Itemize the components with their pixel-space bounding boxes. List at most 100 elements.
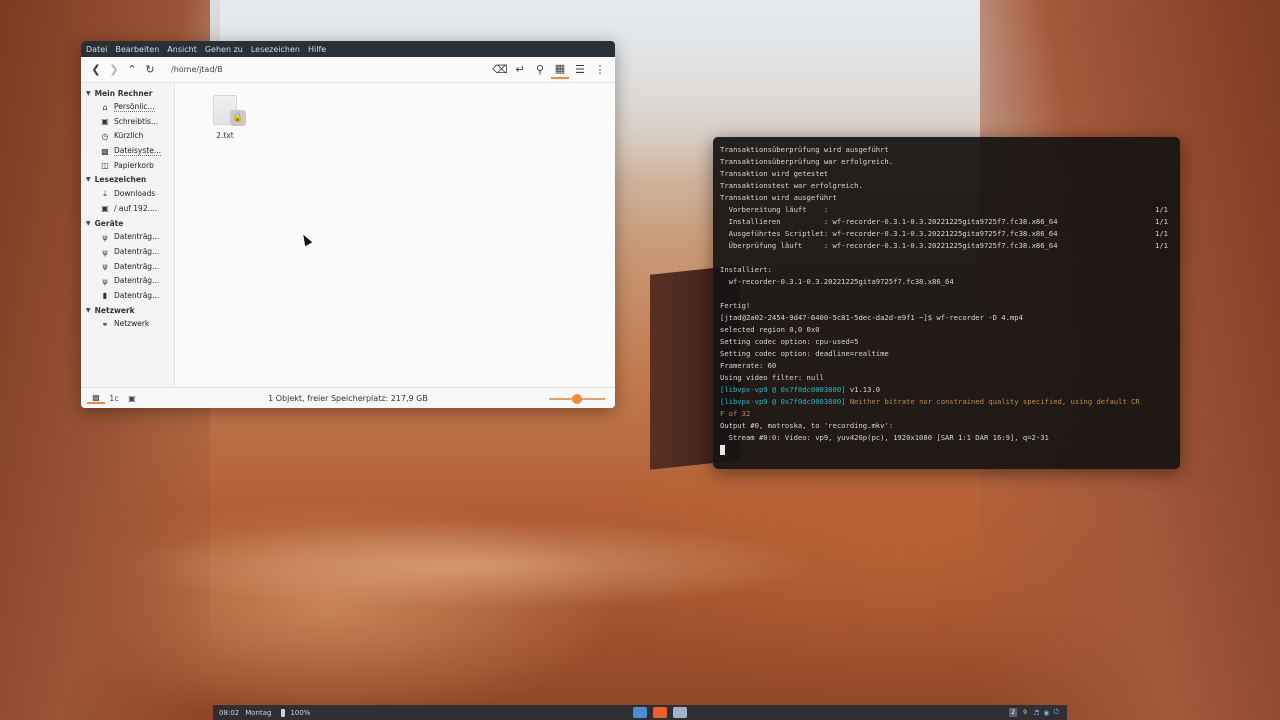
sidebar-item-trash[interactable]: ◫ Papierkorb	[81, 158, 174, 173]
taskbar-file-manager-icon[interactable]	[633, 707, 647, 718]
search-icon[interactable]: ⚲	[531, 61, 549, 79]
sidebar-item-downloads[interactable]: ⤓ Downloads	[81, 187, 174, 202]
terminal-text: Transaktion wird getestet	[720, 169, 829, 178]
back-icon[interactable]: ❮	[87, 61, 105, 79]
drive-icon: ▮	[102, 291, 108, 301]
file-view[interactable]: 🔒 2.txt	[175, 83, 615, 387]
download-icon: ⤓	[103, 189, 107, 199]
terminal-line: [libvpx-vp9 @ 0x7f0dc0003800] Neither bi…	[720, 396, 1173, 408]
location-path[interactable]: /home/jtad/B	[171, 65, 491, 74]
clock-icon: ◷	[101, 131, 109, 141]
sidebar-section-mein-rechner[interactable]: ▼ Mein Rechner	[81, 86, 174, 100]
taskbar-firefox-icon[interactable]	[653, 707, 667, 718]
sidebar-item-home[interactable]: ⌂ Persönlic...	[81, 100, 174, 115]
terminal-line: [jtad@2a02-2454-9d47-6400-5c81-5dec-da2d…	[720, 312, 1173, 324]
sidebar-item-network-share[interactable]: ▣ / auf 192....	[81, 202, 174, 217]
sidebar-item-network[interactable]: ⚭ Netzwerk	[81, 317, 174, 332]
zoom-slider-handle[interactable]	[572, 394, 582, 404]
text-cursor	[720, 445, 725, 455]
usb-icon: ψ	[102, 232, 108, 242]
terminal-line: Überprüfung läuft : wf-recorder-0.3.1-0.…	[720, 240, 1173, 252]
mouse-pointer-icon	[299, 232, 313, 247]
progress-count: 1/1	[1155, 205, 1168, 214]
clear-location-icon[interactable]: ⌫	[491, 61, 509, 79]
network-folder-icon: ▣	[101, 204, 109, 214]
terminal-text: Transaktionsüberprüfung war erfolgreich.	[720, 157, 894, 166]
toolbar: ❮ ❯ ⌃ ↻ /home/jtad/B ⌫ ↵ ⚲ ▦ ☰ ⋮	[81, 57, 615, 83]
terminal-line: [libvpx-vp9 @ 0x7f0dc0003800] v1.13.0	[720, 384, 1173, 396]
power-icon[interactable]: ⏻	[1053, 708, 1059, 717]
terminal-line: Transaktion wird ausgeführt	[720, 192, 1173, 204]
terminal-line: Installieren : wf-recorder-0.3.1-0.3.202…	[720, 216, 1173, 228]
terminal-line: Framerate: 60	[720, 360, 1173, 372]
lock-icon: 🔒	[230, 110, 246, 126]
network-icon[interactable]: ◉	[1043, 709, 1049, 717]
terminal-line: Transaktionstest war erfolgreich.	[720, 180, 1173, 192]
icon-view-icon[interactable]: ▦	[551, 61, 569, 79]
terminal-text: Setting codec option: deadline=realtime	[720, 349, 889, 358]
collapse-arrow-icon: ▼	[86, 89, 91, 97]
sidebar-item-device-2[interactable]: ψ Datenträg...	[81, 245, 174, 260]
sidebar-item-desktop[interactable]: ▣ Schreibtis...	[81, 115, 174, 130]
compact-view-icon[interactable]: ⋮	[591, 61, 609, 79]
taskbar-day: Montag	[245, 708, 272, 717]
terminal-line: Fertig!	[720, 300, 1173, 312]
up-icon[interactable]: ⌃	[123, 61, 141, 79]
menu-ansicht[interactable]: Ansicht	[167, 45, 197, 54]
terminal-line: Setting codec option: deadline=realtime	[720, 348, 1173, 360]
progress-count: 1/1	[1155, 241, 1168, 250]
terminal-text: Installiert:	[720, 265, 772, 274]
menu-datei[interactable]: Datei	[86, 45, 107, 54]
sidebar-item-device-4[interactable]: ψ Datenträg...	[81, 274, 174, 289]
terminal-line: selected region 0,0 0x0	[720, 324, 1173, 336]
terminal-line: Vorbereitung läuft : 1/1	[720, 204, 1173, 216]
file-manager-window[interactable]: Datei Bearbeiten Ansicht Gehen zu Leseze…	[81, 41, 615, 408]
terminal-text: Transaktion wird ausgeführt	[720, 193, 837, 202]
sidebar-item-device-5[interactable]: ▮ Datenträg...	[81, 289, 174, 304]
terminal-line: Transaktion wird getestet	[720, 168, 1173, 180]
sidebar-section-geraete[interactable]: ▼ Geräte	[81, 216, 174, 230]
taskbar: 08:02 Montag 100% 2 9 ♬ ◉ ⏻	[213, 705, 1067, 720]
network-icon: ⚭	[101, 319, 109, 329]
sidebar-section-lesezeichen[interactable]: ▼ Lesezeichen	[81, 173, 174, 187]
log-prefix: [libvpx-vp9 @ 0x7f0dc0003800]	[720, 385, 846, 394]
terminal-window[interactable]: Transaktionsüberprüfung wird ausgeführt T…	[713, 137, 1180, 469]
workspace-2[interactable]: 9	[1021, 708, 1029, 717]
sidebar: ▼ Mein Rechner ⌂ Persönlic... ▣ Schreibtis.…	[81, 83, 175, 387]
toggle-location-icon[interactable]: ↵	[511, 61, 529, 79]
terminal-line: Installiert:	[720, 264, 1173, 276]
terminal-line: F of 32	[720, 408, 1173, 420]
progress-count: 1/1	[1155, 217, 1168, 226]
sidebar-item-filesystem[interactable]: ▩ Dateisyste...	[81, 144, 174, 159]
terminal-text: Output #0, matroska, to 'recording.mkv':	[720, 421, 894, 430]
sidebar-section-netzwerk[interactable]: ▼ Netzwerk	[81, 303, 174, 317]
file-name: 2.txt	[216, 131, 234, 140]
menu-hilfe[interactable]: Hilfe	[308, 45, 326, 54]
terminal-text: Stream #0:0: Video: vp9, yuv420p(pc), 19…	[720, 433, 1049, 442]
forward-icon[interactable]: ❯	[105, 61, 123, 79]
drive-icon: ▩	[101, 146, 109, 156]
log-prefix: [libvpx-vp9 @ 0x7f0dc0003800]	[720, 397, 846, 406]
reload-icon[interactable]: ↻	[141, 61, 159, 79]
terminal-prompt-line[interactable]	[720, 444, 1173, 456]
list-view-icon[interactable]: ☰	[571, 61, 589, 79]
zoom-slider[interactable]	[549, 394, 605, 404]
menu-gehen-zu[interactable]: Gehen zu	[205, 45, 243, 54]
file-item[interactable]: 🔒 2.txt	[205, 95, 246, 140]
sidebar-item-device-3[interactable]: ψ Datenträg...	[81, 259, 174, 274]
workspace-1[interactable]: 2	[1009, 708, 1018, 717]
volume-icon[interactable]: ♬	[1033, 709, 1039, 717]
warning-text: F of 32	[720, 409, 751, 418]
progress-count: 1/1	[1155, 229, 1168, 238]
terminal-text: Using video filter: null	[720, 373, 824, 382]
sidebar-item-device-1[interactable]: ψ Datenträg...	[81, 230, 174, 245]
taskbar-clock[interactable]: 08:02	[219, 709, 239, 717]
terminal-text: [jtad@2a02-2454-9d47-6400-5c81-5dec-da2d…	[720, 313, 1023, 322]
sidebar-item-recent[interactable]: ◷ Kürzlich	[81, 129, 174, 144]
menu-bearbeiten[interactable]: Bearbeiten	[115, 45, 159, 54]
terminal-line: Transaktionsüberprüfung war erfolgreich.	[720, 156, 1173, 168]
taskbar-terminal-icon[interactable]	[673, 707, 687, 718]
menu-lesezeichen[interactable]: Lesezeichen	[251, 45, 300, 54]
terminal-text: selected region 0,0 0x0	[720, 325, 820, 334]
